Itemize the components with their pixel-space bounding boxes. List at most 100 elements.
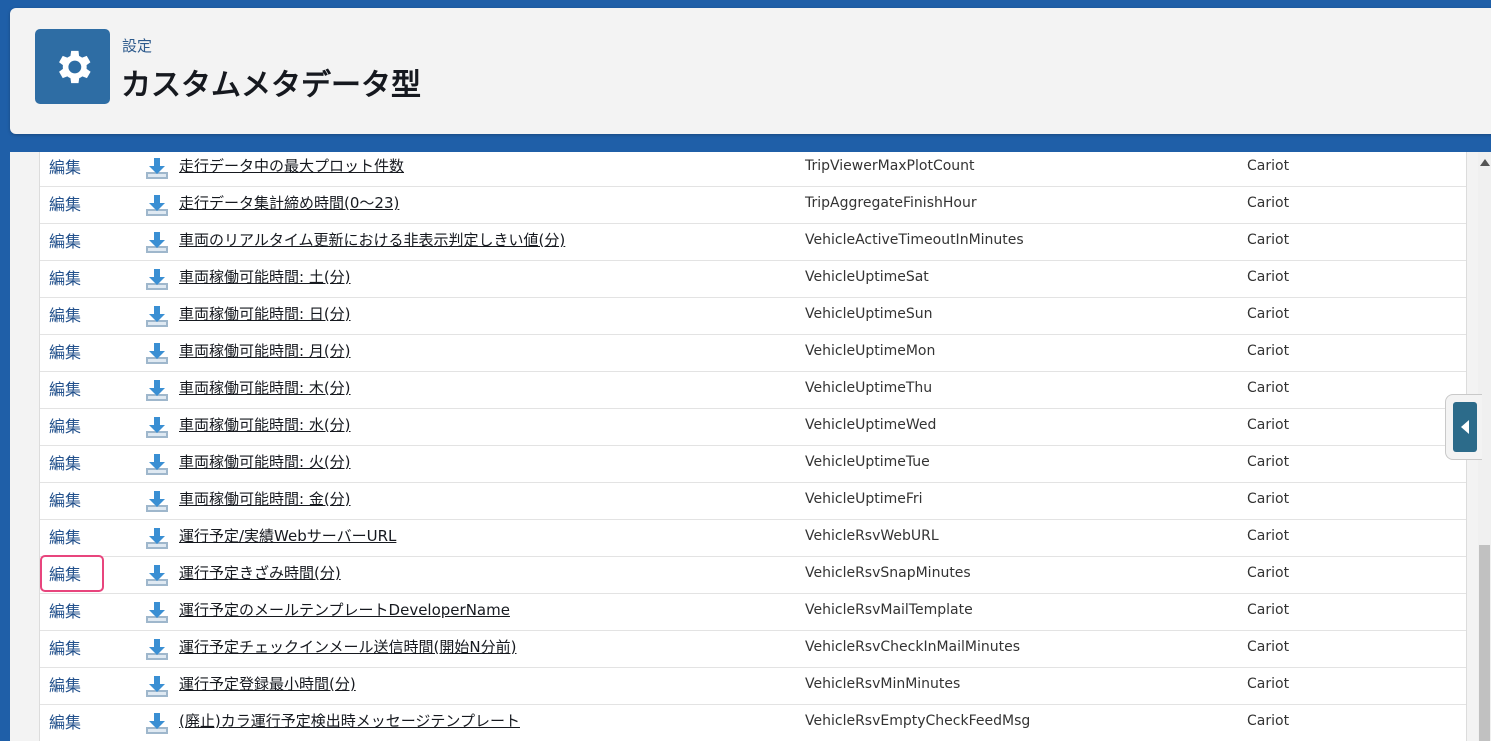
record-label-link[interactable]: 運行予定登録最小時間(分) <box>179 667 356 704</box>
edit-link[interactable]: 編集 <box>49 260 81 297</box>
table-row: 編集 車両稼働可能時間: 土(分) VehicleUptimeSat Cariot <box>40 260 1466 298</box>
download-icon[interactable] <box>145 157 169 181</box>
download-icon[interactable] <box>145 564 169 588</box>
table-row: 編集 車両稼働可能時間: 火(分) VehicleUptimeTue Cariot <box>40 445 1466 483</box>
edit-link[interactable]: 編集 <box>49 408 81 445</box>
api-name: TripViewerMaxPlotCount <box>805 158 975 174</box>
download-icon[interactable] <box>145 490 169 514</box>
record-label-link[interactable]: 車両稼働可能時間: 水(分) <box>179 408 351 445</box>
namespace: Cariot <box>1247 602 1290 618</box>
record-label-link[interactable]: 車両稼働可能時間: 火(分) <box>179 445 351 482</box>
record-label-link[interactable]: 車両稼働可能時間: 日(分) <box>179 297 351 334</box>
record-label-link[interactable]: 車両のリアルタイム更新における非表示判定しきい値(分) <box>179 223 565 260</box>
download-icon[interactable] <box>145 379 169 403</box>
download-icon[interactable] <box>145 416 169 440</box>
record-label-link[interactable]: 車両稼働可能時間: 月(分) <box>179 334 351 371</box>
edit-link[interactable]: 編集 <box>49 593 81 630</box>
namespace: Cariot <box>1247 158 1290 174</box>
scroll-thumb[interactable] <box>1479 545 1490 741</box>
record-label-link[interactable]: (廃止)カラ運行予定検出時メッセージテンプレート <box>179 704 520 741</box>
download-icon[interactable] <box>145 194 169 218</box>
namespace: Cariot <box>1247 676 1290 692</box>
namespace: Cariot <box>1247 528 1290 544</box>
edit-link[interactable]: 編集 <box>49 519 81 556</box>
edit-link[interactable]: 編集 <box>49 630 81 667</box>
namespace: Cariot <box>1247 639 1290 655</box>
namespace: Cariot <box>1247 565 1290 581</box>
api-name: VehicleRsvMinMinutes <box>805 676 961 692</box>
record-label-link[interactable]: 運行予定のメールテンプレートDeveloperName <box>179 593 510 630</box>
api-name: VehicleRsvCheckInMailMinutes <box>805 639 1020 655</box>
edit-link[interactable]: 編集 <box>49 482 81 519</box>
breadcrumb[interactable]: 設定 <box>122 35 152 56</box>
table-row: 編集 車両稼働可能時間: 日(分) VehicleUptimeSun Cariot <box>40 297 1466 335</box>
download-icon[interactable] <box>145 601 169 625</box>
side-panel-toggle[interactable] <box>1445 394 1482 460</box>
api-name: TripAggregateFinishHour <box>805 195 977 211</box>
table-row: 編集 運行予定/実績WebサーバーURL VehicleRsvWebURL Cario… <box>40 519 1466 557</box>
edit-link[interactable]: 編集 <box>49 371 81 408</box>
download-icon[interactable] <box>145 342 169 366</box>
namespace: Cariot <box>1247 343 1290 359</box>
namespace: Cariot <box>1247 713 1290 729</box>
edit-link[interactable]: 編集 <box>49 667 81 704</box>
api-name: VehicleRsvSnapMinutes <box>805 565 971 581</box>
table-row: 編集 運行予定チェックインメール送信時間(開始N分前) VehicleRsvChec… <box>40 630 1466 668</box>
namespace: Cariot <box>1247 491 1290 507</box>
download-icon[interactable] <box>145 675 169 699</box>
api-name: VehicleUptimeSat <box>805 269 929 285</box>
api-name: VehicleUptimeMon <box>805 343 936 359</box>
download-icon[interactable] <box>145 453 169 477</box>
record-label-link[interactable]: 走行データ集計締め時間(0〜23) <box>179 186 399 223</box>
record-label-link[interactable]: 走行データ中の最大プロット件数 <box>179 152 404 186</box>
record-label-link[interactable]: 運行予定チェックインメール送信時間(開始N分前) <box>179 630 516 667</box>
edit-link[interactable]: 編集 <box>49 186 81 223</box>
table-row: 編集 車両稼働可能時間: 木(分) VehicleUptimeThu Cariot <box>40 371 1466 409</box>
download-icon[interactable] <box>145 268 169 292</box>
api-name: VehicleRsvWebURL <box>805 528 939 544</box>
download-icon[interactable] <box>145 305 169 329</box>
api-name: VehicleUptimeFri <box>805 491 923 507</box>
download-icon[interactable] <box>145 231 169 255</box>
record-label-link[interactable]: 運行予定/実績WebサーバーURL <box>179 519 396 556</box>
edit-link[interactable]: 編集 <box>49 704 81 741</box>
download-icon[interactable] <box>145 527 169 551</box>
namespace: Cariot <box>1247 232 1290 248</box>
namespace: Cariot <box>1247 417 1290 433</box>
namespace: Cariot <box>1247 306 1290 322</box>
edit-link[interactable]: 編集 <box>49 223 81 260</box>
api-name: VehicleUptimeWed <box>805 417 937 433</box>
api-name: VehicleRsvMailTemplate <box>805 602 973 618</box>
edit-link[interactable]: 編集 <box>49 297 81 334</box>
collapse-arrow-icon[interactable] <box>1453 402 1477 452</box>
record-label-link[interactable]: 車両稼働可能時間: 金(分) <box>179 482 351 519</box>
namespace: Cariot <box>1247 269 1290 285</box>
api-name: VehicleUptimeThu <box>805 380 933 396</box>
metadata-table: 編集 走行データ中の最大プロット件数 TripViewerMaxPlotCount C… <box>39 152 1467 741</box>
table-row: 編集 走行データ集計締め時間(0〜23) TripAggregateFinishHo… <box>40 186 1466 224</box>
record-label-link[interactable]: 運行予定きざみ時間(分) <box>179 556 341 593</box>
download-icon[interactable] <box>145 638 169 662</box>
download-icon[interactable] <box>145 712 169 736</box>
api-name: VehicleRsvEmptyCheckFeedMsg <box>805 713 1031 729</box>
table-row: 編集 車両稼働可能時間: 水(分) VehicleUptimeWed Cariot <box>40 408 1466 446</box>
table-row: 編集 車両稼働可能時間: 金(分) VehicleUptimeFri Cariot <box>40 482 1466 520</box>
api-name: VehicleUptimeTue <box>805 454 930 470</box>
table-row: 編集 (廃止)カラ運行予定検出時メッセージテンプレート VehicleRsvEmpt… <box>40 704 1466 741</box>
namespace: Cariot <box>1247 454 1290 470</box>
namespace: Cariot <box>1247 195 1290 211</box>
page-header: 設定 カスタムメタデータ型 <box>10 8 1491 134</box>
record-label-link[interactable]: 車両稼働可能時間: 木(分) <box>179 371 351 408</box>
content-area: 編集 走行データ中の最大プロット件数 TripViewerMaxPlotCount C… <box>10 152 1491 741</box>
gear-icon <box>35 29 110 104</box>
edit-link[interactable]: 編集 <box>49 152 81 186</box>
record-label-link[interactable]: 車両稼働可能時間: 土(分) <box>179 260 351 297</box>
table-row: 編集 走行データ中の最大プロット件数 TripViewerMaxPlotCount C… <box>40 152 1466 187</box>
table-row: 編集 運行予定登録最小時間(分) VehicleRsvMinMinutes Cario… <box>40 667 1466 705</box>
scroll-up-arrow-icon[interactable] <box>1480 159 1490 166</box>
table-row: 編集 車両のリアルタイム更新における非表示判定しきい値(分) VehicleActi… <box>40 223 1466 261</box>
page-title: カスタムメタデータ型 <box>121 68 421 103</box>
highlight-box <box>40 555 104 592</box>
edit-link[interactable]: 編集 <box>49 334 81 371</box>
edit-link[interactable]: 編集 <box>49 445 81 482</box>
